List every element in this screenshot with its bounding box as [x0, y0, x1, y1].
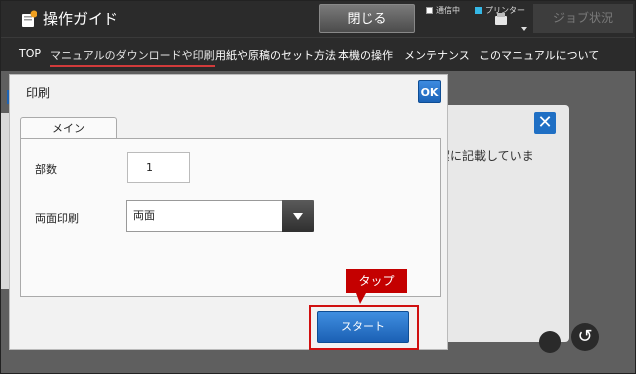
nav-item-paper-setup[interactable]: 用紙や原稿のセット方法 [215, 47, 336, 63]
dropdown-arrow-icon[interactable] [282, 200, 314, 232]
legend-swatch-printer [475, 7, 482, 14]
nav-bar: TOP マニュアルのダウンロードや印刷 用紙や原稿のセット方法 本機の操作 メン… [1, 37, 635, 72]
copies-field[interactable]: 1 [127, 152, 190, 183]
nav-item-operation[interactable]: 本機の操作 [338, 47, 393, 63]
print-dialog: 印刷 OK メイン 部数 1 両面印刷 両面 スタート [9, 74, 448, 350]
legend-communicating: 通信中 [426, 5, 460, 16]
printer-icon[interactable] [495, 13, 507, 25]
background-close-icon[interactable]: ✕ [534, 112, 556, 134]
duplex-value: 両面 [133, 209, 155, 222]
tap-callout: タップ [346, 269, 407, 304]
dialog-title: 印刷 [26, 86, 51, 100]
back-icon[interactable] [539, 331, 561, 353]
duplex-select[interactable]: 両面 [126, 200, 314, 232]
tab-main[interactable]: メイン [20, 117, 117, 139]
job-status-button[interactable]: ジョブ状況 [533, 4, 633, 33]
chevron-down-icon[interactable] [521, 27, 527, 31]
screen: 操作ガイド 閉じる 通信中 プリンター ジョブ状況 TOP マニュアルのダウンロ… [0, 0, 636, 374]
nav-item-download-print[interactable]: マニュアルのダウンロードや印刷 [50, 47, 215, 67]
ok-button[interactable]: OK [418, 80, 441, 103]
close-button[interactable]: 閉じる [319, 4, 415, 33]
title-bar: 操作ガイド 閉じる 通信中 プリンター ジョブ状況 [1, 1, 635, 37]
start-highlight: スタート [309, 305, 419, 350]
guide-book-icon [22, 10, 37, 27]
app-title: 操作ガイド [43, 10, 119, 28]
nav-item-top[interactable]: TOP [19, 47, 41, 60]
duplex-label: 両面印刷 [35, 212, 79, 225]
start-button[interactable]: スタート [317, 311, 409, 343]
nav-item-maintenance[interactable]: メンテナンス [404, 47, 470, 63]
legend-comm-label: 通信中 [436, 6, 460, 15]
nav-item-about[interactable]: このマニュアルについて [479, 47, 599, 63]
legend-printer-label: プリンター [485, 6, 525, 15]
background-body-text: 潔に記載していま [438, 149, 534, 163]
legend-swatch-comm [426, 7, 433, 14]
copies-label: 部数 [35, 163, 57, 176]
refresh-icon[interactable]: ↺ [571, 323, 599, 351]
